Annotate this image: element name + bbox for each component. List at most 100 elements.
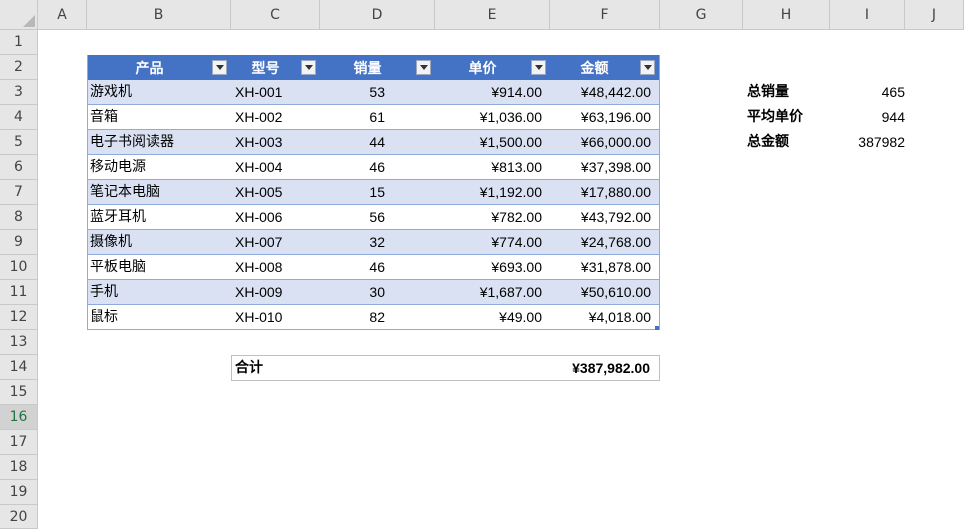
summary-value[interactable]: 944 <box>830 105 905 130</box>
table-cell[interactable]: ¥693.00 <box>435 255 542 279</box>
filter-dropdown-icon[interactable] <box>301 60 316 75</box>
table-cell[interactable]: XH-008 <box>235 255 320 279</box>
row-header-6[interactable]: 6 <box>0 155 38 180</box>
table-row[interactable]: 电子书阅读器 XH-003 44 ¥1,500.00 ¥66,000.00 <box>88 130 659 155</box>
table-cell[interactable]: 平板电脑 <box>90 255 230 279</box>
table-row[interactable]: 移动电源 XH-004 46 ¥813.00 ¥37,398.00 <box>88 155 659 180</box>
summary-value[interactable]: 465 <box>830 80 905 105</box>
table-cell[interactable]: XH-004 <box>235 155 320 179</box>
table-cell[interactable]: XH-005 <box>235 180 320 204</box>
table-cell[interactable]: ¥17,880.00 <box>544 180 651 204</box>
table-row[interactable]: 笔记本电脑 XH-005 15 ¥1,192.00 ¥17,880.00 <box>88 180 659 205</box>
row-header-7[interactable]: 7 <box>0 180 38 205</box>
table-row[interactable]: 平板电脑 XH-008 46 ¥693.00 ¥31,878.00 <box>88 255 659 280</box>
table-cell[interactable]: 15 <box>320 180 385 204</box>
table-cell[interactable]: 蓝牙耳机 <box>90 205 230 229</box>
column-header-D[interactable]: D <box>320 0 435 30</box>
table-cell[interactable]: ¥1,500.00 <box>435 130 542 154</box>
table-cell[interactable]: 笔记本电脑 <box>90 180 230 204</box>
filter-dropdown-icon[interactable] <box>416 60 431 75</box>
column-header-H[interactable]: H <box>743 0 830 30</box>
table-cell[interactable]: ¥914.00 <box>435 80 542 104</box>
row-header-19[interactable]: 19 <box>0 480 38 505</box>
summary-label[interactable]: 平均单价 <box>747 105 803 130</box>
row-header-18[interactable]: 18 <box>0 455 38 480</box>
table-cell[interactable]: 音箱 <box>90 105 230 129</box>
table-cell[interactable]: ¥1,036.00 <box>435 105 542 129</box>
summary-label[interactable]: 总金额 <box>747 130 789 155</box>
table-cell[interactable]: XH-001 <box>235 80 320 104</box>
table-resize-handle[interactable] <box>655 326 659 330</box>
table-cell[interactable]: 32 <box>320 230 385 254</box>
row-header-9[interactable]: 9 <box>0 230 38 255</box>
table-cell[interactable]: ¥24,768.00 <box>544 230 651 254</box>
table-cell[interactable]: ¥37,398.00 <box>544 155 651 179</box>
table-cell[interactable]: 电子书阅读器 <box>90 130 230 154</box>
table-cell[interactable]: 30 <box>320 280 385 304</box>
table-cell[interactable]: ¥1,687.00 <box>435 280 542 304</box>
row-header-12[interactable]: 12 <box>0 305 38 330</box>
table-cell[interactable]: ¥50,610.00 <box>544 280 651 304</box>
table-cell[interactable]: 手机 <box>90 280 230 304</box>
column-header-B[interactable]: B <box>87 0 231 30</box>
column-header-G[interactable]: G <box>660 0 743 30</box>
table-cell[interactable]: ¥31,878.00 <box>544 255 651 279</box>
row-header-10[interactable]: 10 <box>0 255 38 280</box>
column-header-C[interactable]: C <box>231 0 320 30</box>
filter-dropdown-icon[interactable] <box>531 60 546 75</box>
table-cell[interactable]: XH-010 <box>235 305 320 329</box>
table-row[interactable]: 音箱 XH-002 61 ¥1,036.00 ¥63,196.00 <box>88 105 659 130</box>
table-cell[interactable]: ¥43,792.00 <box>544 205 651 229</box>
table-cell[interactable]: XH-002 <box>235 105 320 129</box>
table-row[interactable]: 摄像机 XH-007 32 ¥774.00 ¥24,768.00 <box>88 230 659 255</box>
table-cell[interactable]: 46 <box>320 155 385 179</box>
row-header-13[interactable]: 13 <box>0 330 38 355</box>
row-header-3[interactable]: 3 <box>0 80 38 105</box>
table-row[interactable]: 蓝牙耳机 XH-006 56 ¥782.00 ¥43,792.00 <box>88 205 659 230</box>
summary-value[interactable]: 387982 <box>830 130 905 155</box>
column-header-E[interactable]: E <box>435 0 550 30</box>
table-cell[interactable]: ¥49.00 <box>435 305 542 329</box>
table-cell[interactable]: 摄像机 <box>90 230 230 254</box>
row-header-4[interactable]: 4 <box>0 105 38 130</box>
table-cell[interactable]: ¥4,018.00 <box>544 305 651 329</box>
table-cell[interactable]: 53 <box>320 80 385 104</box>
row-header-14[interactable]: 14 <box>0 355 38 380</box>
table-cell[interactable]: ¥782.00 <box>435 205 542 229</box>
row-header-11[interactable]: 11 <box>0 280 38 305</box>
column-header-J[interactable]: J <box>905 0 964 30</box>
table-cell[interactable]: 46 <box>320 255 385 279</box>
row-header-16[interactable]: 16 <box>0 405 38 430</box>
table-cell[interactable]: XH-003 <box>235 130 320 154</box>
table-cell[interactable]: ¥774.00 <box>435 230 542 254</box>
table-cell[interactable]: ¥48,442.00 <box>544 80 651 104</box>
table-cell[interactable]: 鼠标 <box>90 305 230 329</box>
select-all-corner[interactable] <box>0 0 38 30</box>
table-cell[interactable]: 82 <box>320 305 385 329</box>
column-header-F[interactable]: F <box>550 0 660 30</box>
table-cell[interactable]: ¥66,000.00 <box>544 130 651 154</box>
row-header-17[interactable]: 17 <box>0 430 38 455</box>
table-cell[interactable]: 44 <box>320 130 385 154</box>
row-header-15[interactable]: 15 <box>0 380 38 405</box>
row-header-5[interactable]: 5 <box>0 130 38 155</box>
table-row[interactable]: 游戏机 XH-001 53 ¥914.00 ¥48,442.00 <box>88 80 659 105</box>
row-header-1[interactable]: 1 <box>0 30 38 55</box>
column-header-I[interactable]: I <box>830 0 905 30</box>
table-cell[interactable]: 移动电源 <box>90 155 230 179</box>
row-header-2[interactable]: 2 <box>0 55 38 80</box>
table-cell[interactable]: ¥1,192.00 <box>435 180 542 204</box>
row-header-20[interactable]: 20 <box>0 505 38 529</box>
table-cell[interactable]: XH-007 <box>235 230 320 254</box>
table-cell[interactable]: ¥813.00 <box>435 155 542 179</box>
table-cell[interactable]: XH-006 <box>235 205 320 229</box>
table-row[interactable]: 鼠标 XH-010 82 ¥49.00 ¥4,018.00 <box>88 305 659 330</box>
table-cell[interactable]: 游戏机 <box>90 80 230 104</box>
table-cell[interactable]: ¥63,196.00 <box>544 105 651 129</box>
row-header-8[interactable]: 8 <box>0 205 38 230</box>
filter-dropdown-icon[interactable] <box>640 60 655 75</box>
filter-dropdown-icon[interactable] <box>212 60 227 75</box>
table-row[interactable]: 手机 XH-009 30 ¥1,687.00 ¥50,610.00 <box>88 280 659 305</box>
table-cell[interactable]: 61 <box>320 105 385 129</box>
summary-label[interactable]: 总销量 <box>747 80 789 105</box>
